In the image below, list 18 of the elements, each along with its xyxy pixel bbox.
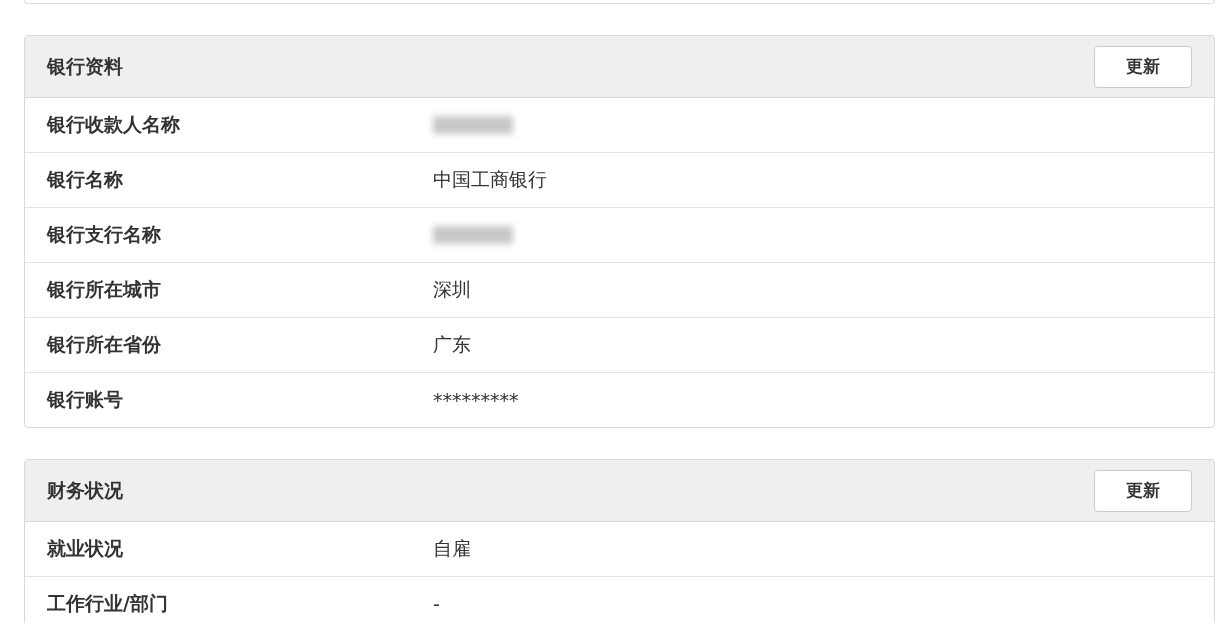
- field-value: 广东: [433, 332, 471, 357]
- panel-title: 财务状况: [47, 477, 123, 503]
- update-button[interactable]: 更新: [1094, 469, 1192, 512]
- field-value: 自雇: [433, 536, 471, 561]
- panel-title: 银行资料: [47, 53, 123, 79]
- field-value: -: [433, 593, 440, 615]
- field-value: *********: [433, 389, 519, 411]
- field-label: 就业状况: [47, 536, 124, 561]
- field-label: 银行名称: [47, 167, 124, 192]
- field-label: 银行支行名称: [47, 222, 162, 247]
- field-label: 银行收款人名称: [47, 112, 181, 137]
- field-value: 深圳: [433, 277, 471, 302]
- field-label: 银行账号: [47, 387, 124, 412]
- field-label: 银行所在省份: [47, 332, 162, 357]
- field-label: 银行所在城市: [47, 277, 162, 302]
- field-value: 中国工商银行: [433, 167, 547, 192]
- field-label: 工作行业/部门: [47, 591, 169, 616]
- update-button[interactable]: 更新: [1094, 45, 1192, 88]
